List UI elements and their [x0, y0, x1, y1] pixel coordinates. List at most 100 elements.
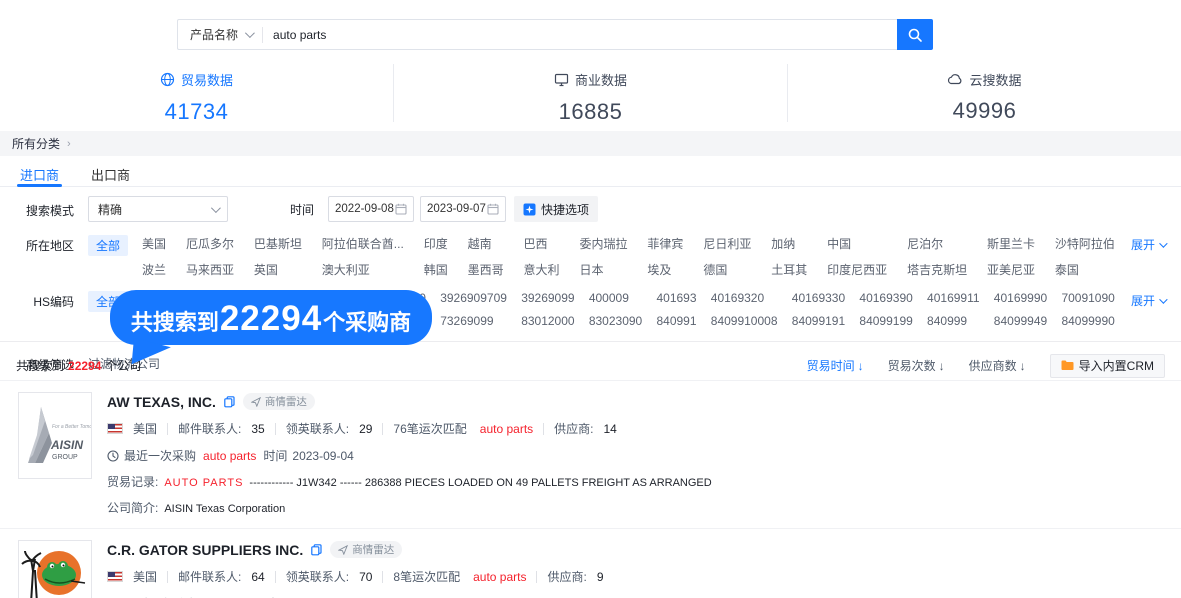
hs-code-column: 70091090 84099990: [1061, 291, 1114, 328]
svg-text:AISIN: AISIN: [50, 438, 83, 452]
region-column: 美国波兰: [142, 235, 166, 278]
calendar-icon: [395, 203, 407, 215]
callout-prefix: 共搜索到: [131, 305, 219, 337]
region-item[interactable]: 墨西哥: [468, 261, 504, 278]
callout-suffix: 个采购商: [323, 305, 411, 337]
chevron-down-icon: [211, 203, 221, 213]
hs-code-item[interactable]: 840999: [927, 314, 980, 328]
region-item[interactable]: 塔吉克斯坦: [907, 261, 967, 278]
region-item[interactable]: 亚美尼亚: [987, 261, 1035, 278]
region-item[interactable]: 泰国: [1055, 261, 1115, 278]
copy-icon[interactable]: [224, 396, 235, 408]
region-item[interactable]: 尼泊尔: [907, 235, 967, 252]
sort-trade-time[interactable]: 贸易时间 ↓: [807, 357, 864, 374]
stat-trade-data[interactable]: 贸易数据 41734: [0, 64, 393, 122]
region-item[interactable]: 美国: [142, 235, 166, 252]
region-item[interactable]: 土耳其: [771, 261, 807, 278]
hs-code-item[interactable]: 84099191: [792, 314, 845, 328]
search-button[interactable]: [897, 19, 933, 50]
region-item[interactable]: 巴西: [524, 235, 560, 252]
hs-code-column: 401693 840991: [656, 291, 696, 328]
hs-code-item[interactable]: 40169390: [859, 291, 912, 305]
region-item[interactable]: 尼日利亚: [703, 235, 751, 252]
region-item[interactable]: 波兰: [142, 261, 166, 278]
region-expand-link[interactable]: 展开: [1131, 235, 1165, 253]
hs-code-item[interactable]: 70091090: [1061, 291, 1114, 305]
separator: [382, 423, 383, 435]
hs-code-item[interactable]: 73269099: [440, 314, 507, 328]
hs-code-item[interactable]: 83012000: [521, 314, 574, 328]
region-item[interactable]: 日本: [579, 261, 627, 278]
company-name[interactable]: C.R. GATOR SUPPLIERS INC.: [107, 542, 303, 558]
sort-trade-count[interactable]: 贸易次数 ↓: [888, 357, 945, 374]
copy-icon[interactable]: [311, 544, 322, 556]
radar-tag[interactable]: 商情雷达: [243, 393, 315, 410]
hs-code-item[interactable]: 84099990: [1061, 314, 1114, 328]
region-item[interactable]: 厄瓜多尔: [186, 235, 234, 252]
search-mode-row: 搜索模式 精确 时间 2022-09-08 2023-09-07: [0, 196, 1181, 222]
hs-label: HS编码: [16, 291, 74, 310]
region-item[interactable]: 加纳: [771, 235, 807, 252]
company-name[interactable]: AW TEXAS, INC.: [107, 394, 216, 410]
hs-code-item[interactable]: 8409910008: [711, 314, 778, 328]
region-item[interactable]: 中国: [827, 235, 887, 252]
tab-importers[interactable]: 进口商: [17, 158, 62, 186]
result-card-body: C.R. GATOR SUPPLIERS INC. 商情雷达 美国: [107, 540, 1165, 598]
hs-code-column: 40169320 8409910008: [711, 291, 778, 328]
tab-exporters[interactable]: 出口商: [88, 158, 133, 186]
region-item[interactable]: 委内瑞拉: [579, 235, 627, 252]
hs-code-item[interactable]: 840991: [656, 314, 696, 328]
stat-cloud-search-data[interactable]: 云搜数据 49996: [787, 64, 1181, 122]
quick-options-button[interactable]: 快捷选项: [514, 196, 598, 222]
recent-prefix: 最近一次采购: [124, 447, 196, 464]
region-column: 中国印度尼西亚: [827, 235, 887, 278]
search-mode-label: 搜索模式: [16, 200, 74, 219]
hs-code-item[interactable]: 84099199: [859, 314, 912, 328]
region-item[interactable]: 马来西亚: [186, 261, 234, 278]
hs-code-item[interactable]: 400009: [589, 291, 642, 305]
hs-code-item[interactable]: 40169911: [927, 291, 980, 305]
hs-code-item[interactable]: 40169330: [792, 291, 845, 305]
hs-code-item[interactable]: 83023090: [589, 314, 642, 328]
region-item[interactable]: 埃及: [647, 261, 683, 278]
radar-tag-label: 商情雷达: [265, 394, 307, 409]
region-item[interactable]: 越南: [468, 235, 504, 252]
linkedin-contacts-value: 29: [359, 422, 372, 436]
region-item[interactable]: 韩国: [424, 261, 448, 278]
region-item[interactable]: 英国: [254, 261, 302, 278]
region-item[interactable]: 巴基斯坦: [254, 235, 302, 252]
hs-expand-link[interactable]: 展开: [1131, 291, 1165, 309]
search-mode-select[interactable]: 精确: [88, 196, 228, 222]
date-to-input[interactable]: 2023-09-07: [420, 196, 506, 222]
search-category-dropdown[interactable]: 产品名称: [178, 26, 262, 43]
search-input[interactable]: [263, 28, 897, 42]
region-item[interactable]: 意大利: [524, 261, 560, 278]
region-item[interactable]: 沙特阿拉伯: [1055, 235, 1115, 252]
radar-tag-label: 商情雷达: [352, 542, 394, 557]
region-item[interactable]: 印度: [424, 235, 448, 252]
hs-code-item[interactable]: 39269099: [521, 291, 574, 305]
sort-supplier-count[interactable]: 供应商数 ↓: [969, 357, 1026, 374]
stat-business-data[interactable]: 商业数据 16885: [393, 64, 787, 122]
region-item[interactable]: 印度尼西亚: [827, 261, 887, 278]
region-all-chip[interactable]: 全部: [88, 235, 128, 256]
hs-code-item[interactable]: 3926909709: [440, 291, 507, 305]
breadcrumb[interactable]: 所有分类 ›: [0, 131, 1181, 156]
region-item[interactable]: 斯里兰卡: [987, 235, 1035, 252]
sort-desc-icon: ↓: [1020, 359, 1026, 373]
hs-code-item[interactable]: 84099949: [994, 314, 1047, 328]
stat-label: 云搜数据: [969, 70, 1021, 89]
calendar-icon: [487, 203, 499, 215]
hs-code-item[interactable]: 40169990: [994, 291, 1047, 305]
region-item[interactable]: 澳大利亚: [322, 261, 404, 278]
region-item[interactable]: 阿拉伯联合酋...: [322, 235, 404, 252]
us-flag-icon: [107, 423, 123, 434]
region-item[interactable]: 德国: [703, 261, 751, 278]
date-from-input[interactable]: 2022-09-08: [328, 196, 414, 222]
hs-code-item[interactable]: 40169320: [711, 291, 778, 305]
region-item[interactable]: 菲律宾: [647, 235, 683, 252]
import-crm-button[interactable]: 导入内置CRM: [1050, 354, 1165, 378]
clock-icon: [107, 450, 119, 462]
radar-tag[interactable]: 商情雷达: [330, 541, 402, 558]
hs-code-item[interactable]: 401693: [656, 291, 696, 305]
